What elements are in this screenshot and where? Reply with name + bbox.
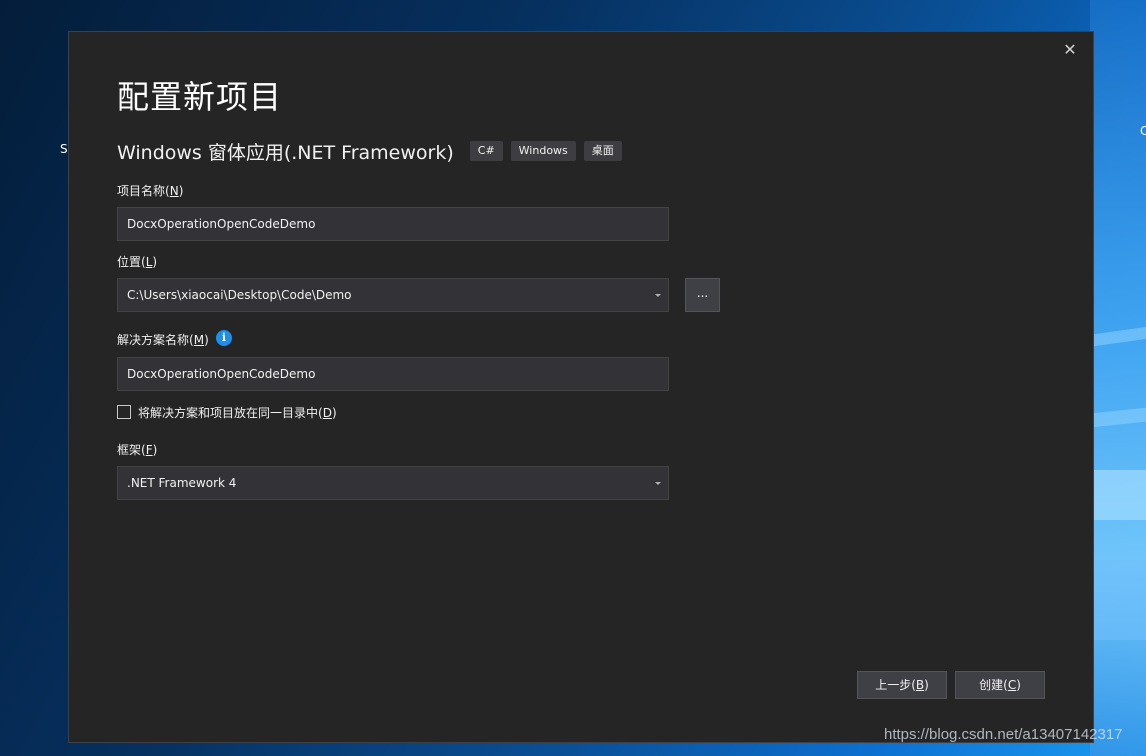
desktop-background: S C ✕ 配置新项目 Windows 窗体应用(.NET Framework)… (0, 0, 1146, 756)
wallpaper-light-beam (1090, 0, 1146, 756)
location-mnemonic: L (145, 255, 153, 269)
solution-name-label-text: 解决方案名称 (117, 333, 190, 347)
tag-platform: Windows (510, 141, 576, 161)
location-label: 位置(L) (117, 255, 158, 269)
create-button[interactable]: 创建(C) (955, 671, 1045, 699)
location-label-text: 位置 (117, 255, 142, 269)
framework-value: .NET Framework 4 (127, 476, 237, 490)
project-name-input[interactable]: DocxOperationOpenCodeDemo (117, 207, 669, 241)
template-name: Windows 窗体应用(.NET Framework) (117, 141, 454, 164)
location-value: C:\Users\xiaocai\Desktop\Code\Demo (127, 288, 352, 302)
chevron-down-icon[interactable] (655, 482, 661, 485)
info-icon[interactable]: i (216, 330, 232, 346)
solution-name-label: 解决方案名称(M) (117, 333, 209, 347)
wallpaper-streak (1094, 470, 1146, 520)
same-directory-option: 将解决方案和项目放在同一目录中(D) (117, 403, 337, 421)
same-directory-checkbox[interactable] (117, 405, 131, 419)
tag-project-type: 桌面 (583, 141, 622, 161)
dialog-title: 配置新项目 (117, 78, 283, 116)
close-icon[interactable]: ✕ (1060, 40, 1080, 60)
configure-project-dialog: ✕ 配置新项目 Windows 窗体应用(.NET Framework) C# … (68, 31, 1094, 743)
same-directory-mnemonic: D (322, 405, 332, 420)
chevron-down-icon[interactable] (655, 294, 661, 297)
framework-combobox[interactable]: .NET Framework 4 (117, 466, 669, 500)
tag-language: C# (469, 141, 503, 161)
project-name-mnemonic: N (169, 184, 179, 198)
template-summary: Windows 窗体应用(.NET Framework) C# Windows … (117, 138, 630, 164)
solution-name-mnemonic: M (193, 333, 205, 347)
desktop-partial-text-right: C (1140, 124, 1146, 138)
desktop-partial-text-left: S (60, 142, 68, 156)
watermark-text: https://blog.csdn.net/a13407142317 (884, 726, 1123, 743)
framework-label-text: 框架 (117, 443, 142, 457)
project-name-label: 项目名称(N) (117, 184, 184, 198)
back-button[interactable]: 上一步(B) (857, 671, 947, 699)
framework-label: 框架(F) (117, 443, 158, 457)
project-name-label-text: 项目名称 (117, 184, 166, 198)
solution-name-input[interactable]: DocxOperationOpenCodeDemo (117, 357, 669, 391)
location-combobox[interactable]: C:\Users\xiaocai\Desktop\Code\Demo (117, 278, 669, 312)
same-directory-label[interactable]: 将解决方案和项目放在同一目录中(D) (138, 404, 337, 421)
browse-location-button[interactable]: ... (685, 278, 720, 312)
framework-mnemonic: F (145, 443, 153, 457)
wallpaper-streak (1094, 560, 1146, 640)
